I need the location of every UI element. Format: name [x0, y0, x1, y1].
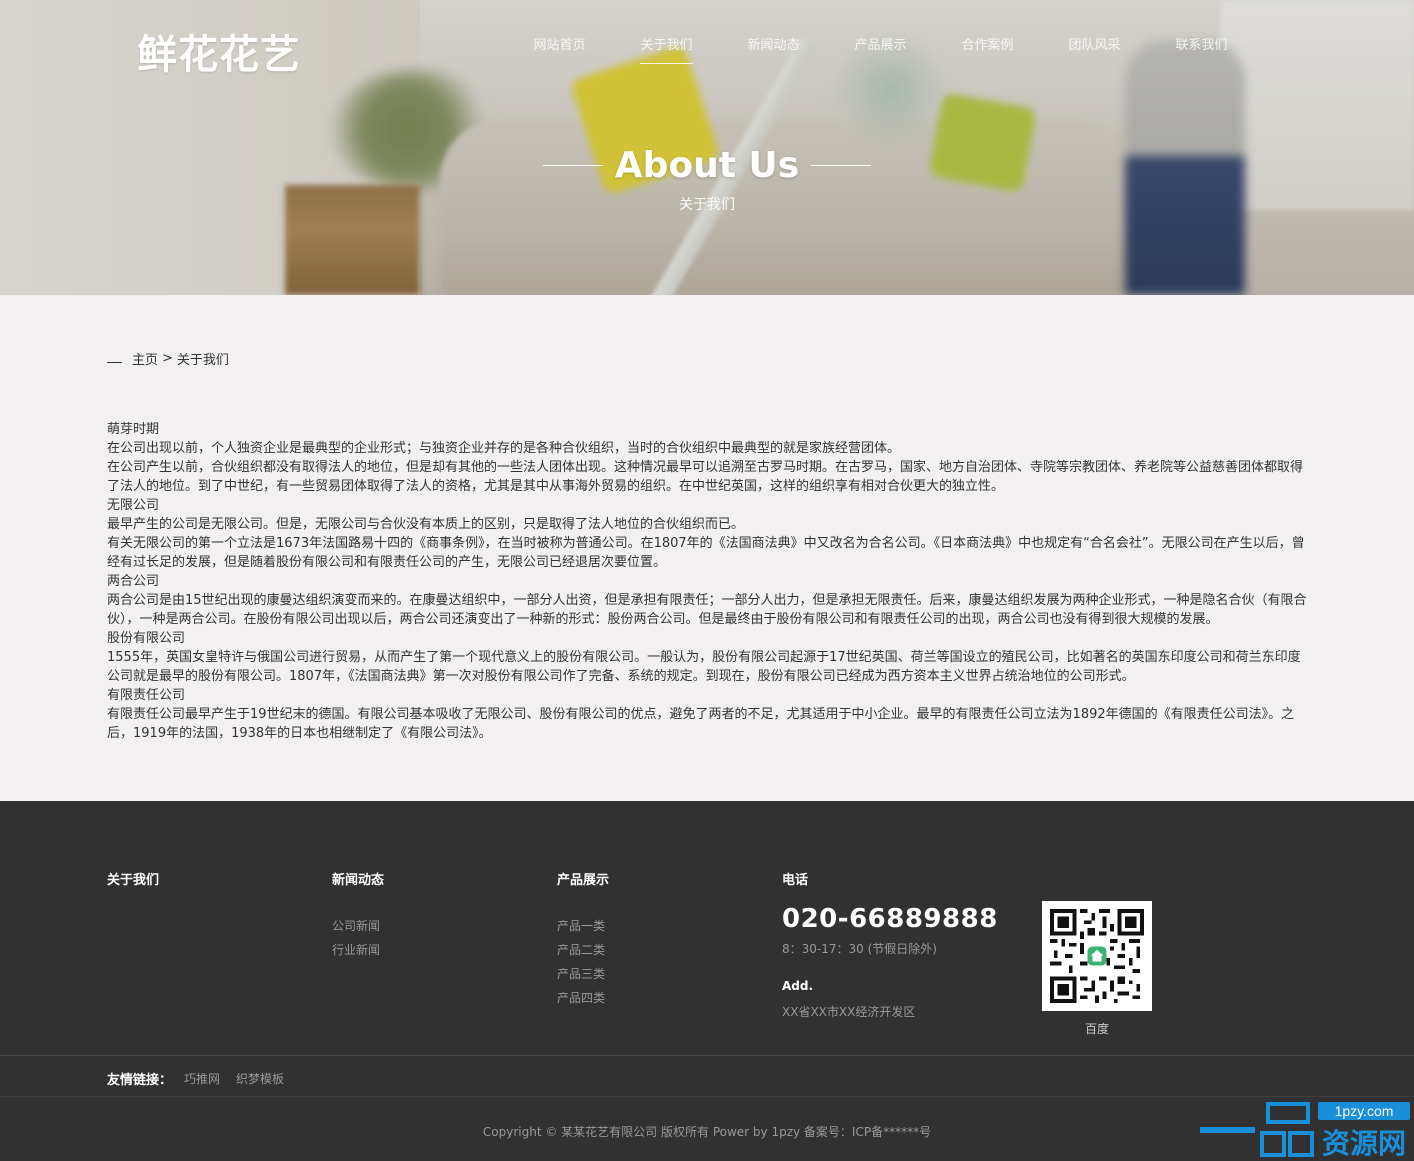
article-paragraph: 有关无限公司的第一个立法是1673年法国路易十四的《商事条例》，在当时被称为普通…	[107, 536, 1305, 570]
breadcrumb-separator: >	[162, 351, 173, 366]
breadcrumb-dash	[107, 362, 122, 363]
main-nav: 网站首页 关于我们 新闻动态 产品展示 合作案例 团队风采 联系我们	[506, 34, 1255, 64]
article-paragraph: 两合公司是由15世纪出现的康曼达组织演变而来的。在康曼达组织中，一部分人出资，但…	[107, 593, 1307, 627]
footer-about-title[interactable]: 关于我们	[107, 869, 159, 888]
qr-label: 百度	[1084, 1022, 1109, 1036]
title-line-right	[811, 165, 872, 166]
address-text: XX省XX市XX经济开发区	[782, 1005, 916, 1019]
qr-code	[1042, 901, 1152, 1011]
footer-col-contact: 电话 020-66889888 8：30-17：30 (节假日除外) Add. …	[782, 869, 998, 1020]
friend-links-label: 友情链接：	[107, 1073, 173, 1088]
footer-products-title[interactable]: 产品展示	[557, 869, 609, 888]
footer-divider	[0, 1055, 1414, 1056]
breadcrumb-current-link[interactable]: 关于我们	[177, 349, 229, 368]
article-paragraph: 最早产生的公司是无限公司。但是，无限公司与合伙没有本质上的区别，只是取得了法人地…	[107, 517, 745, 532]
watermark-text: 资源网	[1322, 1127, 1406, 1160]
about-article: 萌芽时期 在公司出现以前，个人独资企业是最典型的企业形式；与独资企业并存的是各种…	[107, 420, 1307, 743]
watermark-domain: 1pzy.com	[1335, 1103, 1394, 1119]
footer-link-product-cat-1[interactable]: 产品一类	[557, 914, 609, 938]
article-paragraph: 1555年，英国女皇特许与俄国公司进行贸易，从而产生了第一个现代意义上的股份有限…	[107, 650, 1301, 684]
footer-col-about: 关于我们	[107, 869, 159, 914]
section-heading: 有限责任公司	[107, 688, 186, 703]
nav-item-home[interactable]: 网站首页	[506, 34, 613, 63]
article-paragraph: 有限责任公司最早产生于19世纪末的德国。有限公司基本吸收了无限公司、股份有限公司…	[107, 707, 1295, 741]
section-heading: 萌芽时期	[107, 422, 160, 437]
nav-item-about[interactable]: 关于我们	[613, 34, 720, 64]
article-paragraph: 在公司产生以前，合伙组织都没有取得法人的地位，但是却有其他的一些法人团体出现。这…	[107, 460, 1304, 494]
footer-link-industry-news[interactable]: 行业新闻	[332, 938, 384, 962]
qr-code-icon	[1050, 909, 1144, 1003]
banner-title: About Us	[531, 145, 883, 186]
section-heading: 两合公司	[107, 574, 160, 589]
nav-item-cases[interactable]: 合作案例	[934, 34, 1041, 63]
friend-link-1[interactable]: 巧推网	[184, 1070, 220, 1087]
footer-divider-bottom	[0, 1096, 1414, 1097]
section-heading: 股份有限公司	[107, 631, 186, 646]
title-line-left	[542, 165, 603, 166]
phone-number: 020-66889888	[782, 904, 998, 934]
footer-link-product-cat-4[interactable]: 产品四类	[557, 986, 609, 1010]
hero-banner: 鲜花花艺 网站首页 关于我们 新闻动态 产品展示 合作案例 团队风采 联系我们 …	[0, 0, 1414, 295]
breadcrumb: 主页 > 关于我们	[107, 349, 229, 368]
business-hours: 8：30-17：30 (节假日除外)	[782, 942, 937, 956]
footer-link-company-news[interactable]: 公司新闻	[332, 914, 384, 938]
friend-links: 友情链接： 巧推网 织梦模板	[107, 1069, 300, 1088]
watermark-logo: 1pzy.com 资源网	[1200, 1102, 1410, 1160]
article-paragraph: 在公司出现以前，个人独资企业是最典型的企业形式；与独资企业并存的是各种合伙组织，…	[107, 441, 901, 456]
footer-contact-title: 电话	[782, 873, 809, 888]
breadcrumb-home-link[interactable]: 主页	[132, 349, 158, 368]
main-content: 主页 > 关于我们 萌芽时期 在公司出现以前，个人独资企业是最典型的企业形式；与…	[0, 295, 1414, 801]
friend-link-2[interactable]: 织梦模板	[236, 1070, 284, 1087]
footer-link-product-cat-2[interactable]: 产品二类	[557, 938, 609, 962]
banner-subtitle: 关于我们	[679, 197, 735, 213]
nav-item-contact[interactable]: 联系我们	[1148, 34, 1255, 63]
site-logo[interactable]: 鲜花花艺	[137, 22, 301, 80]
address-label: Add.	[782, 979, 814, 993]
footer-link-product-cat-3[interactable]: 产品三类	[557, 962, 609, 986]
section-heading: 无限公司	[107, 498, 160, 513]
nav-item-team[interactable]: 团队风采	[1041, 34, 1148, 63]
footer-col-news: 新闻动态 公司新闻 行业新闻	[332, 869, 384, 962]
footer-col-products: 产品展示 产品一类 产品二类 产品三类 产品四类	[557, 869, 609, 1010]
footer-news-title[interactable]: 新闻动态	[332, 869, 384, 888]
nav-item-news[interactable]: 新闻动态	[720, 34, 827, 63]
nav-item-products[interactable]: 产品展示	[827, 34, 934, 63]
